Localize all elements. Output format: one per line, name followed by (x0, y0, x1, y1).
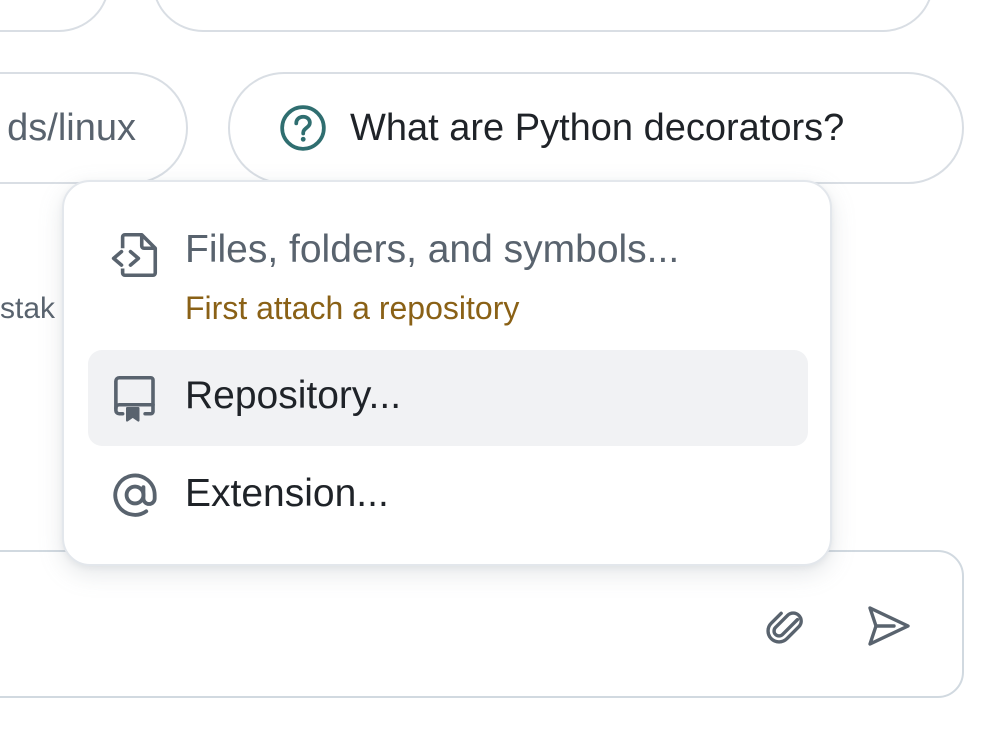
suggestion-pill-python[interactable]: What are Python decorators? (228, 72, 964, 184)
suggestion-text-python: What are Python decorators? (350, 106, 845, 149)
chat-input-box[interactable] (0, 550, 964, 698)
attach-button[interactable] (756, 598, 812, 654)
menu-item-repository[interactable]: Repository... (88, 350, 808, 446)
menu-item-files-hint: First attach a repository (185, 290, 520, 326)
question-icon (278, 103, 328, 153)
menu-item-files-label: Files, folders, and symbols... (185, 228, 680, 271)
menu-item-extension[interactable]: Extension... (88, 448, 808, 544)
background-partial-text: stak (0, 292, 56, 325)
chat-screen: ds/linux What are Python decorators? sta… (0, 0, 988, 730)
paperclip-icon (760, 602, 808, 650)
suggestion-pill-linux[interactable]: ds/linux (0, 72, 188, 184)
attach-context-menu: Files, folders, and symbols... First att… (62, 180, 832, 566)
menu-item-repository-label: Repository... (185, 374, 402, 417)
send-button[interactable] (860, 598, 916, 654)
send-icon (864, 602, 912, 650)
menu-item-extension-label: Extension... (185, 472, 389, 515)
suggestion-pill-top-left[interactable] (0, 0, 110, 32)
suggestion-pill-top-right[interactable] (152, 0, 934, 32)
menu-item-files[interactable]: Files, folders, and symbols... First att… (88, 216, 808, 334)
suggestion-text-linux: ds/linux (7, 106, 136, 149)
